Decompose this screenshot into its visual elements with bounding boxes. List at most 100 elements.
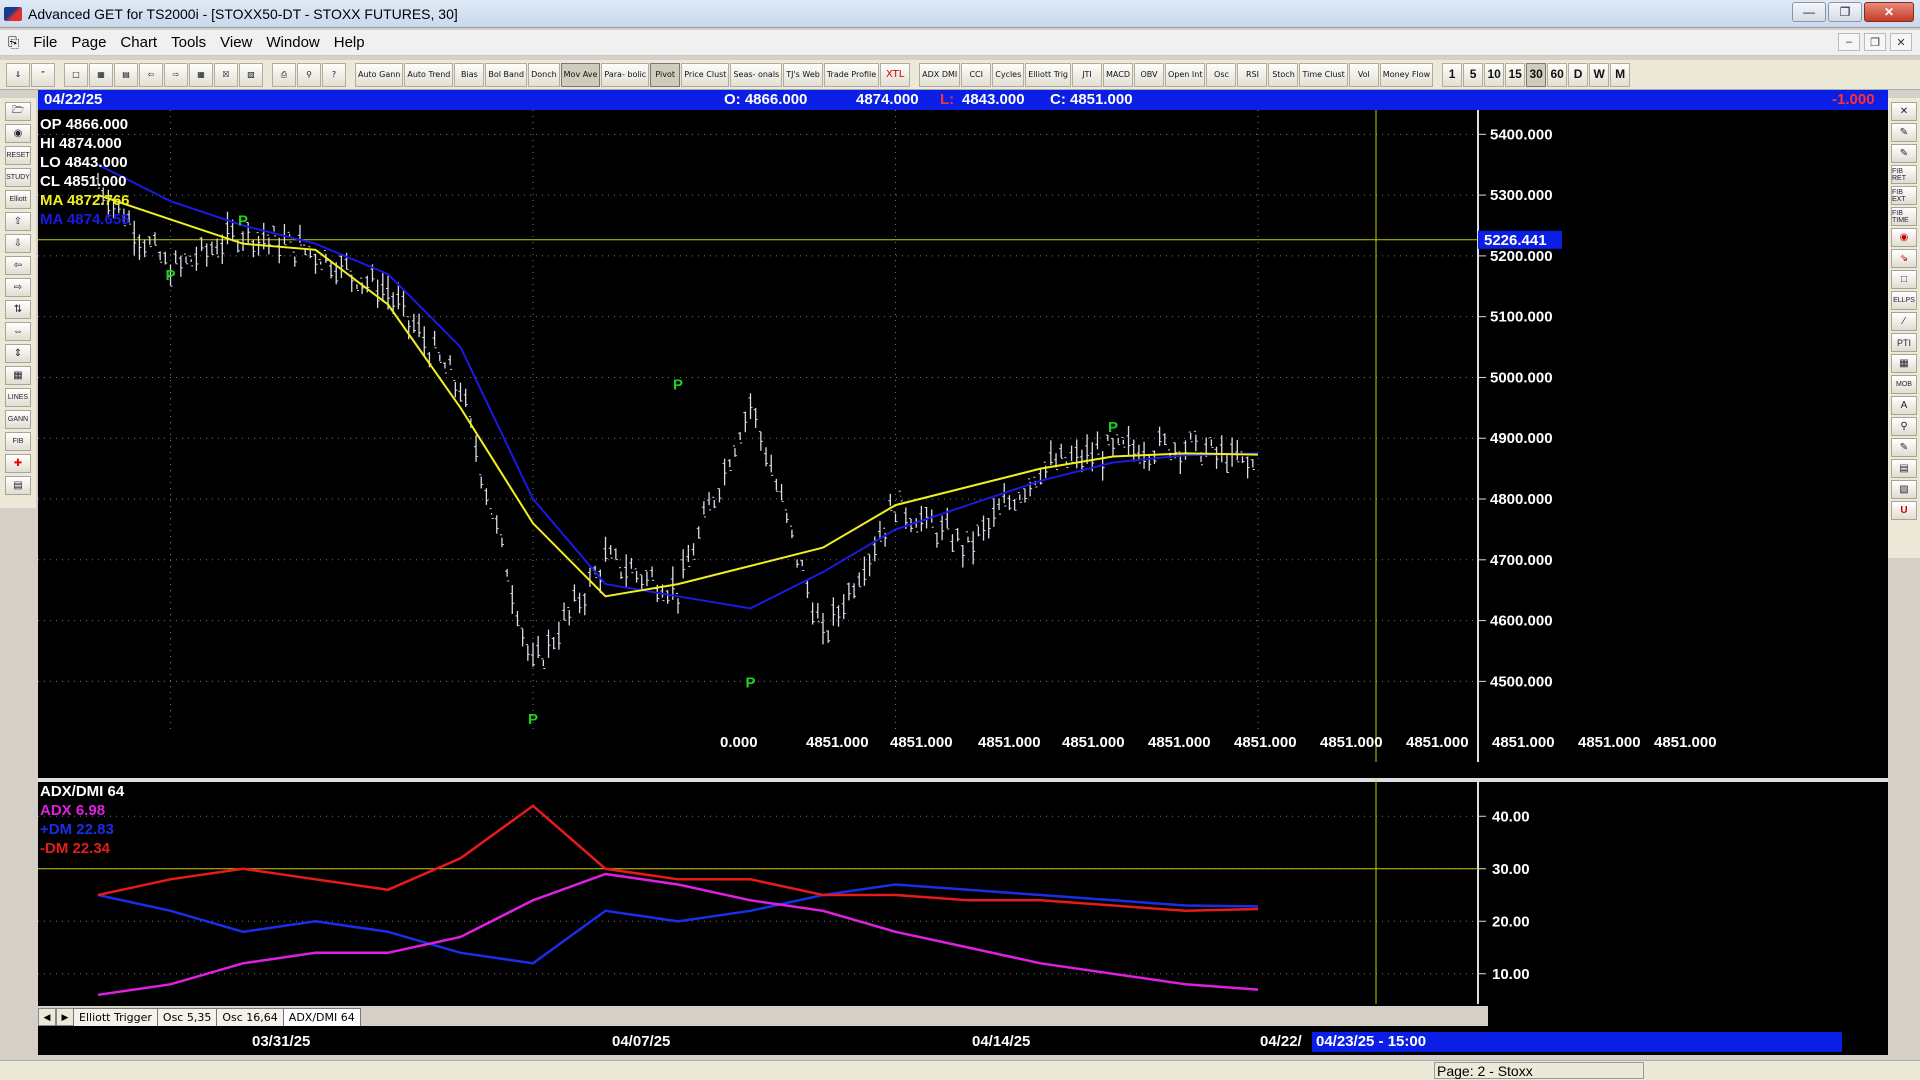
copy-icon[interactable]: ▧ (1891, 480, 1917, 499)
study-xtl-button[interactable]: XTL (880, 62, 911, 87)
ruler-icon[interactable]: ✎ (1891, 144, 1917, 163)
magnet-icon[interactable]: U (1891, 501, 1917, 520)
study-auto-gann-button[interactable]: Auto Gann (355, 62, 404, 87)
osc-adx-dmi-button[interactable]: ADX DMI (919, 62, 961, 87)
magnify-icon[interactable]: ⚲ (1891, 417, 1917, 436)
close-button[interactable]: ✕ (1864, 2, 1914, 22)
menu-help[interactable]: Help (334, 34, 365, 51)
study-icon[interactable]: STUDY (5, 168, 31, 187)
interval-5-button[interactable]: 5 (1463, 62, 1484, 87)
menu-window[interactable]: Window (266, 34, 319, 51)
study-auto-trend-button[interactable]: Auto Trend (404, 62, 454, 87)
menu-view[interactable]: View (220, 34, 252, 51)
tab-scroll-left-icon[interactable]: ◀ (38, 1008, 56, 1026)
interval-30-button[interactable]: 30 (1526, 62, 1547, 87)
hint-icon[interactable]: ⚲ (297, 62, 321, 87)
mob-icon[interactable]: MOB (1891, 375, 1917, 394)
fib-time-icon[interactable]: FIB TIME (1891, 207, 1917, 226)
interval-10-button[interactable]: 10 (1484, 62, 1505, 87)
scroll-right-icon[interactable]: ⇨ (164, 62, 188, 87)
interval-15-button[interactable]: 15 (1505, 62, 1526, 87)
gann-icon[interactable]: GANN (5, 410, 31, 429)
fib-ret-icon[interactable]: FIB RET (1891, 165, 1917, 184)
minimize-button[interactable]: — (1792, 2, 1826, 22)
table-icon[interactable]: ▦ (1891, 354, 1917, 373)
study-seasonals-button[interactable]: Seas- onals (730, 62, 783, 87)
osc-cci-button[interactable]: CCI (961, 62, 992, 87)
osc-time-clust-button[interactable]: Time Clust (1299, 62, 1348, 87)
open-page-icon[interactable]: ▦ (89, 62, 113, 87)
box-icon[interactable]: □ (1891, 270, 1917, 289)
osc-jti-button[interactable]: JTI (1072, 62, 1102, 87)
grid-toggle-icon[interactable]: ▦ (5, 366, 31, 385)
osc-money-flow-button[interactable]: Money Flow (1379, 62, 1434, 87)
pointer-tool-icon[interactable]: ⇓ (6, 62, 30, 87)
osc-obv-button[interactable]: OBV (1134, 62, 1164, 87)
osc-open-int-button[interactable]: Open Int (1165, 62, 1206, 87)
interval-60-button[interactable]: 60 (1547, 62, 1568, 87)
interval-d-button[interactable]: D (1568, 62, 1589, 87)
binoculars-icon[interactable]: ◉ (5, 124, 31, 143)
study-bol-band-button[interactable]: Bol Band (485, 62, 528, 87)
menu-page[interactable]: Page (71, 34, 106, 51)
interval-m-button[interactable]: M (1610, 62, 1631, 87)
osc-cycles-button[interactable]: Cycles (992, 62, 1025, 87)
pen-icon[interactable]: ✎ (1891, 123, 1917, 142)
study-trade-profile-button[interactable]: Trade Profile (823, 62, 880, 87)
tab-scroll-right-icon[interactable]: ▶ (56, 1008, 74, 1026)
quote-tool-icon[interactable]: ” (31, 62, 55, 87)
grid-icon[interactable]: ▧ (239, 62, 263, 87)
help-icon[interactable]: ? (322, 62, 346, 87)
compress-icon[interactable]: ⇔ (5, 322, 31, 341)
tab-elliott-trigger[interactable]: Elliott Trigger (73, 1008, 158, 1026)
delete-icon[interactable]: ☒ (214, 62, 238, 87)
menu-file[interactable]: File (33, 34, 57, 51)
tab-osc-16-64[interactable]: Osc 16,64 (216, 1008, 284, 1026)
doc-icon[interactable]: ⎘ (8, 34, 19, 51)
study-pivot-button[interactable]: Pivot (650, 62, 681, 87)
chart-window[interactable]: 04/22/25 O: 4866.000 4874.000 L: 4843.00… (38, 90, 1888, 1055)
study-donch-button[interactable]: Donch (528, 62, 560, 87)
osc-elliott-trig-button[interactable]: Elliott Trig (1025, 62, 1071, 87)
print-icon[interactable]: ⎙ (272, 62, 296, 87)
text-icon[interactable]: A (1891, 396, 1917, 415)
maximize-button[interactable]: ❐ (1828, 2, 1862, 22)
open-folder-icon[interactable]: 🗁 (5, 102, 31, 121)
zoom-icon[interactable]: ▦ (189, 62, 213, 87)
elliott-icon[interactable]: Elliott (5, 190, 31, 209)
study-tjs-web-button[interactable]: TJ's Web (783, 62, 823, 87)
study-bias-button[interactable]: Bias (454, 62, 485, 87)
interval-w-button[interactable]: W (1589, 62, 1610, 87)
print-preview-icon[interactable]: ▤ (114, 62, 138, 87)
osc-macd-button[interactable]: MACD (1103, 62, 1133, 87)
crosshair-icon[interactable]: ✚ (5, 454, 31, 473)
measure-icon[interactable]: ▤ (1891, 459, 1917, 478)
study-parabolic-button[interactable]: Para- bolic (601, 62, 650, 87)
study-price-clust-button[interactable]: Price Clust (681, 62, 730, 87)
menu-tools[interactable]: Tools (171, 34, 206, 51)
osc-osc-button[interactable]: Osc (1206, 62, 1237, 87)
mdi-close-button[interactable]: ✕ (1890, 33, 1912, 51)
fib-ext-icon[interactable]: FIB EXT (1891, 186, 1917, 205)
scroll-left-icon[interactable]: ⇦ (139, 62, 163, 87)
osc-vol-button[interactable]: Vol (1348, 62, 1379, 87)
osc-stoch-button[interactable]: Stoch (1268, 62, 1299, 87)
interval-1-button[interactable]: 1 (1442, 62, 1463, 87)
reset-icon[interactable]: RESET (5, 146, 31, 165)
mdi-minimize-button[interactable]: – (1838, 33, 1860, 51)
arrow-right-icon[interactable]: ⇨ (5, 278, 31, 297)
mdi-restore-button[interactable]: ❐ (1864, 33, 1886, 51)
brush-icon[interactable]: ✎ (1891, 438, 1917, 457)
channel-icon[interactable]: ⁄ (1891, 312, 1917, 331)
fan-icon[interactable]: ⇘ (1891, 249, 1917, 268)
study-mov-ave-button[interactable]: Mov Ave (560, 62, 601, 87)
fib-icon[interactable]: FIB (5, 432, 31, 451)
lines-icon[interactable]: LINES (5, 388, 31, 407)
osc-rsi-button[interactable]: RSI (1237, 62, 1268, 87)
close-cross-icon[interactable]: ✕ (1891, 102, 1917, 121)
menu-chart[interactable]: Chart (120, 34, 157, 51)
ellipse-icon[interactable]: ELLPS (1891, 291, 1917, 310)
tab-osc-5-35[interactable]: Osc 5,35 (156, 1008, 218, 1026)
pti-icon[interactable]: PTI (1891, 333, 1917, 352)
arrow-left-icon[interactable]: ⇦ (5, 256, 31, 275)
